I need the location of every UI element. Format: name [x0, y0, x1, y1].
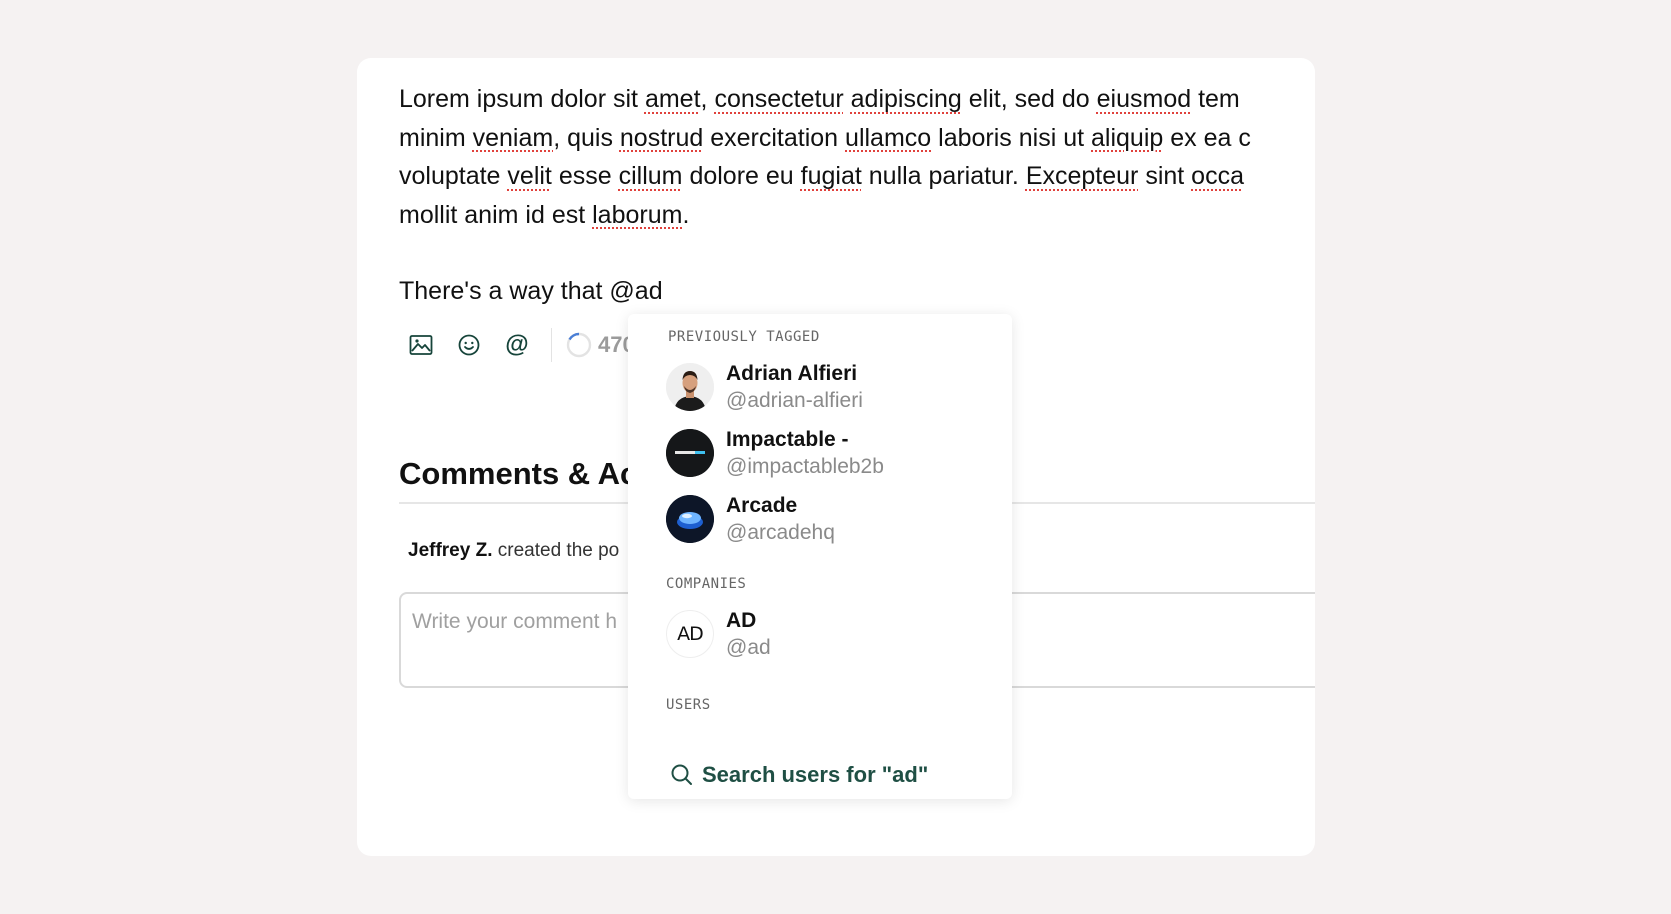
mention-option-handle: @arcadehq	[726, 521, 835, 544]
misspelled-word: eiusmod	[1096, 85, 1192, 113]
misspelled-word: adipiscing	[850, 85, 962, 113]
misspelled-word: laborum	[592, 200, 683, 229]
text-segment: voluptate	[399, 162, 508, 190]
mention-option-name: Adrian Alfieri	[726, 362, 858, 385]
search-users-label: Search users for "ad"	[702, 762, 929, 787]
text-segment: laboris nisi ut	[931, 123, 1091, 152]
mention-option-impactable[interactable]: Impactable - @impactableb2b	[666, 426, 884, 480]
mention-option-name: AD	[726, 609, 757, 632]
text-segment: Lorem ipsum dolor sit	[399, 85, 645, 113]
insert-emoji-button[interactable]	[447, 323, 491, 367]
post-text-editor[interactable]: Lorem ipsum dolor sit amet, consectetur …	[399, 80, 1315, 311]
misspelled-word: occa	[1191, 162, 1244, 190]
mention-option-name: Arcade	[726, 494, 798, 517]
mention-button[interactable]: @	[495, 323, 539, 367]
comments-section-title: Comments & Ac	[399, 456, 638, 491]
text-segment: ,	[700, 85, 715, 113]
text-segment: ex ea c	[1163, 123, 1251, 152]
misspelled-word: veniam	[472, 123, 554, 152]
post-body-paragraph: Lorem ipsum dolor sit amet, consectetur …	[399, 80, 1315, 234]
insert-image-button[interactable]	[399, 323, 443, 367]
misspelled-word: cillum	[618, 162, 683, 190]
mention-option-ad[interactable]: AD AD @ad	[666, 607, 771, 661]
search-users-option[interactable]: Search users for "ad"	[670, 762, 928, 788]
misspelled-word: velit	[507, 162, 552, 190]
text-segment: minim	[399, 123, 473, 152]
activity-entry: Jeffrey Z. created the po	[408, 540, 619, 562]
text-segment: elit, sed do	[961, 85, 1097, 113]
mention-option-handle: @adrian-alfieri	[726, 389, 863, 412]
misspelled-word: consectetur	[714, 85, 844, 113]
mention-option-arcade[interactable]: Arcade @arcadehq	[666, 492, 835, 546]
mention-option-name: Impactable -	[726, 428, 849, 451]
ad-logo-text: AD	[677, 623, 704, 645]
text-segment	[844, 85, 851, 113]
mention-option-adrian-alfieri[interactable]: Adrian Alfieri @adrian-alfieri	[666, 360, 863, 414]
misspelled-word: fugiat	[800, 162, 862, 190]
companies-heading: COMPANIES	[666, 576, 747, 592]
text-segment: exercitation	[703, 123, 846, 152]
impactable-logo	[666, 429, 714, 477]
person-avatar	[666, 363, 714, 411]
at-icon: @	[505, 331, 529, 358]
editor-toolbar: @ 470	[399, 323, 635, 367]
text-segment: nulla pariatur.	[861, 162, 1026, 190]
search-icon	[671, 764, 692, 785]
progress-ring-icon	[566, 332, 592, 358]
image-icon	[409, 335, 433, 355]
misspelled-word: aliquip	[1091, 123, 1164, 152]
smiley-icon	[458, 334, 480, 356]
comment-input-placeholder: Write your comment h	[412, 610, 618, 633]
mention-typing-line: There's a way that @ad	[399, 277, 663, 305]
ad-logo: AD	[666, 610, 714, 658]
paragraph-line: voluptate velit esse cillum dolore eu fu…	[399, 157, 1315, 196]
text-segment: sint	[1138, 162, 1192, 190]
misspelled-word: nostrud	[619, 123, 704, 152]
text-segment: , quis	[553, 123, 620, 152]
mention-suggestions-dropdown: PREVIOUSLY TAGGED Adrian Alfieri @adrian…	[628, 314, 1012, 799]
character-counter: 470	[566, 332, 635, 358]
paragraph-line: minim veniam, quis nostrud exercitation …	[399, 119, 1315, 158]
paragraph-line: Lorem ipsum dolor sit amet, consectetur …	[399, 80, 1315, 119]
mention-option-handle: @impactableb2b	[726, 455, 884, 478]
arcade-logo	[666, 495, 714, 543]
misspelled-word: amet	[644, 85, 701, 113]
text-segment: dolore eu	[682, 162, 801, 190]
users-heading: USERS	[666, 697, 711, 713]
text-segment: esse	[551, 162, 619, 190]
mention-option-handle: @ad	[726, 636, 771, 659]
toolbar-divider	[551, 328, 552, 362]
activity-user[interactable]: Jeffrey Z.	[408, 540, 492, 561]
text-segment: mollit anim id est	[399, 200, 593, 229]
activity-text: created the po	[497, 540, 620, 561]
paragraph-line: mollit anim id est laborum.	[399, 196, 1315, 235]
text-segment: tem	[1191, 85, 1240, 113]
previously-tagged-heading: PREVIOUSLY TAGGED	[668, 329, 820, 345]
misspelled-word: Excepteur	[1025, 162, 1139, 190]
text-segment: .	[682, 200, 690, 229]
misspelled-word: ullamco	[845, 123, 932, 152]
